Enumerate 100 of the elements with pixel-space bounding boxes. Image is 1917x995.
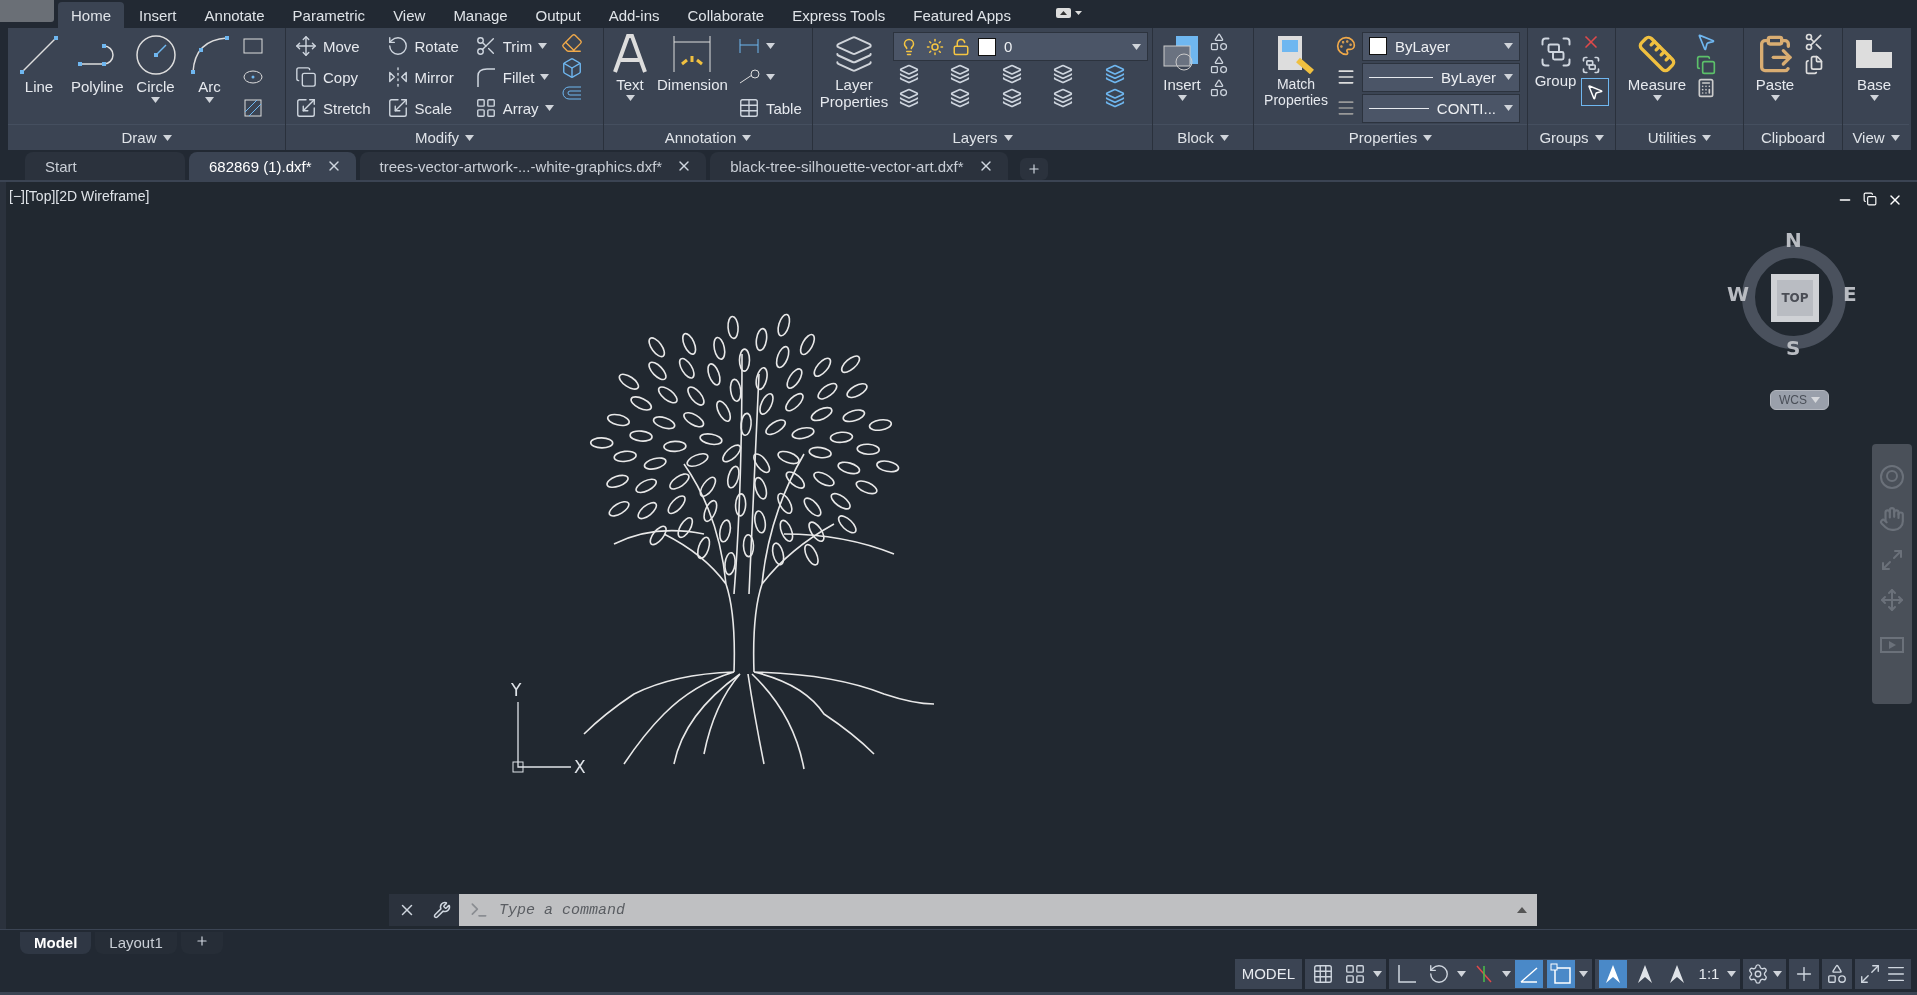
- modify-tool-button[interactable]: Fillet: [471, 63, 557, 91]
- draw-tool-button[interactable]: Arc: [184, 32, 235, 106]
- caret-icon[interactable]: [1702, 134, 1712, 141]
- layer-tool-icon[interactable]: [1053, 64, 1074, 84]
- ribbon-tab[interactable]: Home: [58, 2, 124, 28]
- caret-icon[interactable]: [1502, 970, 1511, 977]
- modify-tool-button[interactable]: Array: [471, 94, 557, 122]
- layer-properties-button[interactable]: Layer Properties: [819, 32, 889, 113]
- ribbon-tab[interactable]: Annotate: [191, 2, 278, 28]
- viewport-controls-label[interactable]: [−][Top][2D Wireframe]: [9, 188, 150, 204]
- layer-dropdown[interactable]: 0: [893, 32, 1148, 61]
- restore-icon[interactable]: [1863, 192, 1877, 206]
- caret-icon[interactable]: [1770, 95, 1780, 102]
- compass-east[interactable]: E: [1843, 282, 1857, 306]
- compass-west[interactable]: W: [1727, 282, 1750, 306]
- modify-tool-button[interactable]: Stretch: [292, 94, 374, 122]
- caret-icon[interactable]: [1219, 134, 1229, 141]
- caret-icon[interactable]: [151, 97, 161, 104]
- measure-button[interactable]: Measure: [1622, 32, 1692, 104]
- caret-icon[interactable]: [1773, 970, 1782, 977]
- caret-icon[interactable]: [1003, 134, 1013, 141]
- layer-tool-icon[interactable]: [899, 64, 919, 84]
- layer-tool-icon[interactable]: [1104, 64, 1125, 84]
- command-input-field[interactable]: Type a command: [497, 900, 1509, 920]
- modify-tool-button[interactable]: Scale: [383, 94, 462, 122]
- ribbon-tab[interactable]: Manage: [440, 2, 521, 28]
- dimension-tool-button[interactable]: Dimension: [654, 32, 731, 96]
- layer-tool-icon[interactable]: [1001, 88, 1022, 108]
- caret-icon[interactable]: [765, 43, 775, 49]
- caret-icon[interactable]: [1869, 95, 1879, 102]
- caret-icon[interactable]: [1457, 970, 1466, 977]
- modify-tool-button[interactable]: Move: [292, 32, 374, 60]
- caret-icon[interactable]: [1177, 95, 1187, 102]
- ribbon-tab[interactable]: Express Tools: [779, 2, 899, 28]
- modify-tool-button[interactable]: Copy: [292, 63, 374, 91]
- new-tab-button[interactable]: [1019, 158, 1048, 180]
- group-select-button[interactable]: [1581, 78, 1609, 106]
- base-view-button[interactable]: Base: [1849, 32, 1899, 104]
- draw-tool-button[interactable]: Circle: [130, 32, 181, 106]
- caret-icon[interactable]: [1373, 970, 1382, 977]
- text-tool-button[interactable]: Text: [610, 32, 650, 104]
- caret-icon[interactable]: [765, 74, 775, 80]
- add-layout-button[interactable]: [180, 931, 223, 954]
- caret-icon[interactable]: [1727, 970, 1736, 977]
- modify-tool-button[interactable]: Mirror: [383, 63, 462, 91]
- document-tab[interactable]: Start: [25, 152, 185, 180]
- caret-icon[interactable]: [1423, 134, 1433, 141]
- layer-tool-icon[interactable]: [950, 64, 971, 84]
- toggle-ribbon-icon[interactable]: [1055, 6, 1082, 20]
- paste-button[interactable]: Paste: [1750, 32, 1800, 104]
- compass-south[interactable]: S: [1786, 336, 1801, 360]
- layer-tool-icon[interactable]: [899, 88, 919, 108]
- document-tab[interactable]: 682869 (1).dxf*: [189, 152, 356, 180]
- caret-icon[interactable]: [162, 134, 172, 141]
- color-dropdown[interactable]: ByLayer: [1362, 31, 1520, 61]
- caret-icon[interactable]: [544, 105, 554, 111]
- shapes-icon[interactable]: [1826, 962, 1848, 985]
- wrench-icon[interactable]: [432, 901, 451, 919]
- modify-tool-button[interactable]: Trim: [471, 32, 557, 60]
- caret-icon[interactable]: [742, 134, 752, 141]
- caret-icon[interactable]: [1890, 134, 1900, 141]
- ribbon-tab[interactable]: Output: [522, 2, 594, 28]
- layout-tab[interactable]: Layout1: [95, 931, 177, 954]
- ribbon-tab[interactable]: Parametric: [279, 2, 379, 28]
- command-line-field[interactable]: Type a command: [459, 894, 1537, 926]
- caret-icon[interactable]: [1132, 43, 1141, 50]
- insert-block-button[interactable]: Insert: [1159, 32, 1205, 104]
- modify-tool-button[interactable]: Rotate: [383, 32, 462, 60]
- caret-icon[interactable]: [1504, 105, 1513, 111]
- caret-icon[interactable]: [625, 95, 635, 102]
- annotation-scale-button[interactable]: 1:1: [1695, 959, 1723, 988]
- caret-icon[interactable]: [1504, 74, 1513, 80]
- layer-tool-icon[interactable]: [1053, 88, 1074, 108]
- document-tab[interactable]: trees-vector-artwork-...-white-graphics.dxf*: [359, 152, 707, 180]
- compass-north[interactable]: N: [1785, 228, 1802, 252]
- layer-tool-icon[interactable]: [950, 88, 971, 108]
- caret-icon[interactable]: [1504, 43, 1513, 49]
- fullscreen-icon[interactable]: [1859, 962, 1881, 985]
- group-button[interactable]: Group: [1534, 32, 1577, 92]
- layout-tab[interactable]: Model: [20, 931, 92, 954]
- linetype-dropdown[interactable]: CONTI...: [1362, 93, 1520, 123]
- caret-icon[interactable]: [1579, 970, 1588, 977]
- lineweight-dropdown[interactable]: ByLayer: [1362, 62, 1520, 92]
- settings-icon[interactable]: [1747, 962, 1769, 985]
- status-toggle[interactable]: [1515, 959, 1543, 988]
- caret-icon[interactable]: [1652, 95, 1662, 102]
- ribbon-tab[interactable]: Insert: [126, 2, 190, 28]
- ribbon-tab[interactable]: Featured Apps: [900, 2, 1024, 28]
- ribbon-tab[interactable]: View: [380, 2, 439, 28]
- status-toggle[interactable]: [1547, 959, 1575, 988]
- status-toggle[interactable]: [1599, 959, 1627, 988]
- top-face-button[interactable]: TOP: [1771, 274, 1819, 322]
- layer-tool-icon[interactable]: [1104, 88, 1125, 108]
- document-tab[interactable]: black-tree-silhouette-vector-art.dxf*: [710, 152, 1008, 180]
- caret-icon[interactable]: [540, 74, 550, 80]
- caret-icon[interactable]: [1594, 134, 1604, 141]
- ribbon-tab[interactable]: Collaborate: [674, 2, 778, 28]
- layer-tool-icon[interactable]: [1001, 64, 1022, 84]
- caret-icon[interactable]: [465, 134, 475, 141]
- draw-tool-button[interactable]: Polyline: [68, 32, 127, 98]
